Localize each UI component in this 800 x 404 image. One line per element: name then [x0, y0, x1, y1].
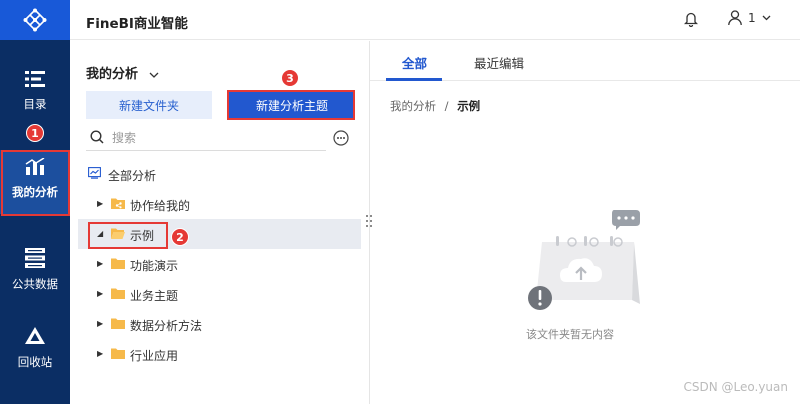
breadcrumb-current: 示例	[457, 99, 481, 113]
chart-board-icon	[88, 167, 101, 179]
tree-item-label: 数据分析方法	[130, 319, 203, 333]
highlight-new-subject	[227, 90, 355, 120]
tree-item-label: 协作给我的	[130, 199, 191, 213]
database-icon	[25, 248, 45, 268]
tree-item-label: 行业应用	[130, 349, 179, 363]
tree-item-business-topic[interactable]: ▶ 业务主题	[78, 279, 361, 309]
search-box	[86, 125, 326, 151]
expand-arrow-icon[interactable]: ▶	[97, 199, 103, 208]
folder-icon	[111, 318, 125, 329]
tree-item-label: 功能演示	[130, 259, 179, 273]
breadcrumb: 我的分析 / 示例	[390, 98, 480, 114]
nav-item-label: 公共数据	[12, 277, 58, 291]
empty-folder-illustration	[528, 210, 640, 310]
expand-arrow-icon[interactable]: ▶	[97, 259, 103, 268]
app-logo[interactable]	[0, 0, 70, 40]
nav-item-catalog[interactable]: 目录	[0, 70, 70, 112]
tab-recent[interactable]: 最近编辑	[474, 53, 524, 72]
step-marker-3: 3	[281, 69, 299, 87]
tree-item-label: 业务主题	[130, 289, 179, 303]
more-icon[interactable]	[333, 130, 349, 146]
tree-item-industry-apps[interactable]: ▶ 行业应用	[78, 339, 361, 369]
panel-title-text: 我的分析	[86, 67, 139, 82]
search-input[interactable]	[112, 128, 322, 148]
nav-item-public-data[interactable]: 公共数据	[0, 248, 70, 292]
tree-item-all-analysis[interactable]: 全部分析	[78, 159, 361, 189]
expand-arrow-icon[interactable]: ▶	[97, 319, 103, 328]
app-window: 目录 我的分析 公共数据 回收站 FineBI商业智能 1 我的分析 新建文件夹…	[0, 0, 800, 404]
tab-all[interactable]: 全部	[402, 53, 427, 72]
shared-folder-icon	[111, 198, 125, 209]
catalog-icon	[25, 71, 45, 87]
expand-arrow-icon[interactable]: ▶	[97, 349, 103, 358]
nav-item-label: 回收站	[17, 355, 53, 369]
step-marker-2: 2	[171, 228, 189, 246]
folder-icon	[111, 258, 125, 269]
recycle-icon	[25, 327, 45, 344]
nav-item-recycle-bin[interactable]: 回收站	[0, 326, 70, 370]
expand-arrow-icon[interactable]: ▶	[97, 289, 103, 298]
top-bar: FineBI商业智能 1	[70, 0, 800, 40]
tree-item-label: 全部分析	[108, 169, 157, 183]
logo-icon	[23, 8, 47, 32]
folder-icon	[111, 348, 125, 359]
content-tabs: 全部 最近编辑	[370, 41, 800, 81]
user-menu[interactable]: 1	[728, 10, 771, 26]
tree-item-analysis-methods[interactable]: ▶ 数据分析方法	[78, 309, 361, 339]
highlight-example-folder	[88, 222, 168, 249]
user-label: 1	[748, 11, 756, 25]
breadcrumb-separator: /	[444, 99, 449, 113]
chevron-down-icon	[149, 72, 159, 78]
panel-title[interactable]: 我的分析	[86, 63, 159, 82]
tree-item-feature-demo[interactable]: ▶ 功能演示	[78, 249, 361, 279]
resize-handle-icon[interactable]	[365, 214, 373, 228]
app-title: FineBI商业智能	[86, 16, 188, 32]
nav-item-label: 目录	[23, 97, 47, 111]
new-folder-button[interactable]: 新建文件夹	[86, 91, 212, 119]
watermark: CSDN @Leo.yuan	[683, 380, 789, 394]
user-icon	[728, 10, 742, 26]
highlight-my-analysis	[1, 150, 70, 216]
chevron-down-icon	[762, 15, 771, 21]
step-marker-1: 1	[26, 124, 44, 142]
breadcrumb-parent[interactable]: 我的分析	[390, 99, 436, 113]
bell-icon[interactable]	[684, 11, 698, 27]
empty-state-text: 该文件夹暂无内容	[526, 328, 614, 341]
active-tab-indicator	[386, 78, 442, 81]
folder-icon	[111, 288, 125, 299]
search-icon	[90, 130, 104, 144]
tree-item-shared-with-me[interactable]: ▶ 协作给我的	[78, 189, 361, 219]
